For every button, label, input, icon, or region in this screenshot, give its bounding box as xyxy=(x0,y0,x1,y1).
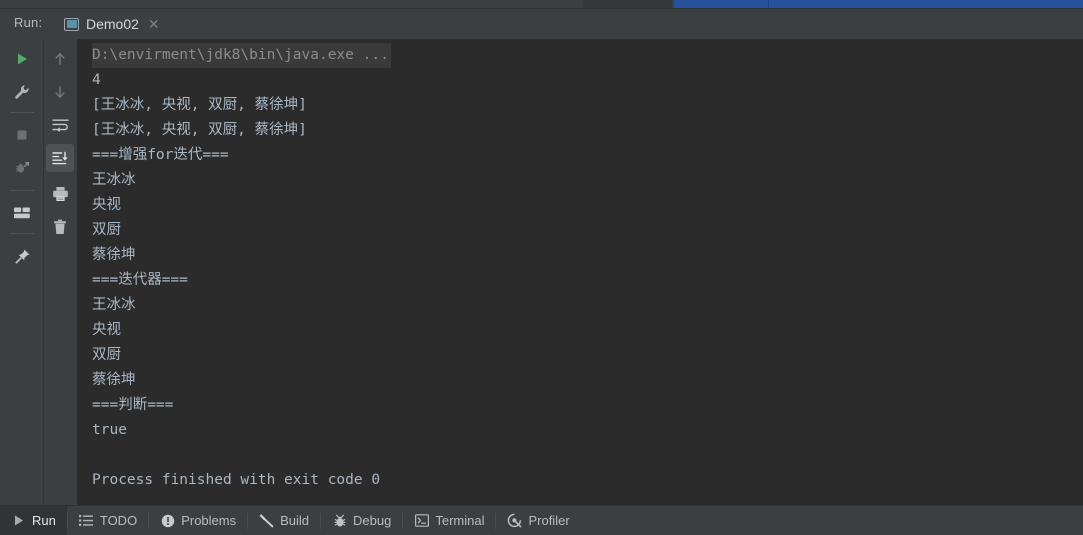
console-line: 蔡徐坤 xyxy=(92,247,136,263)
status-bar-label: TODO xyxy=(99,513,138,528)
console-line: Process finished with exit code 0 xyxy=(92,472,381,488)
toolbar-separator xyxy=(10,233,34,234)
down-the-stack-trace-button[interactable] xyxy=(46,78,74,106)
console-line: ===迭代器=== xyxy=(92,272,188,288)
status-bar-label: Terminal xyxy=(435,513,485,528)
print-button[interactable] xyxy=(46,180,74,208)
console-line: 央视 xyxy=(92,197,121,213)
console-line: 双厨 xyxy=(92,222,121,238)
arrow-down-icon xyxy=(52,84,68,100)
soft-wrap-button[interactable] xyxy=(46,111,74,139)
stop-button[interactable] xyxy=(8,121,36,149)
edit-configurations-button[interactable] xyxy=(8,78,36,106)
toolbar-separator xyxy=(10,190,34,191)
status-run[interactable]: Run xyxy=(0,506,67,535)
exclamation-circle-icon xyxy=(160,513,175,528)
soft-wrap-icon xyxy=(51,118,69,132)
console-line: ===增强for迭代=== xyxy=(92,147,229,163)
status-bar-label: Debug xyxy=(353,513,392,528)
pin-icon xyxy=(14,248,31,265)
console-line[interactable]: D:\envirment\jdk8\bin\java.exe ... xyxy=(92,43,391,68)
console-line: 4 xyxy=(92,72,101,88)
status-terminal[interactable]: Terminal xyxy=(403,506,495,535)
status-problems[interactable]: Problems xyxy=(149,506,247,535)
layout-icon xyxy=(13,206,31,220)
bug-icon xyxy=(332,513,347,528)
console-line: 蔡徐坤 xyxy=(92,372,136,388)
console-line: ===判断=== xyxy=(92,397,174,413)
trash-icon xyxy=(52,219,68,235)
play-icon xyxy=(15,52,29,66)
layout-settings-button[interactable] xyxy=(8,199,36,227)
run-header: Run: Demo02 ✕ xyxy=(0,9,1083,42)
status-profiler[interactable]: Profiler xyxy=(496,506,580,535)
wrench-icon xyxy=(14,84,30,100)
console-line: 央视 xyxy=(92,322,121,338)
play-icon xyxy=(11,513,26,528)
printer-icon xyxy=(52,186,69,202)
up-the-stack-trace-button[interactable] xyxy=(46,45,74,73)
console-output[interactable]: D:\envirment\jdk8\bin\java.exe ... 4 [王冰冰,… xyxy=(77,39,1083,506)
scroll-to-end-icon xyxy=(51,151,69,166)
status-bar-label: Build xyxy=(280,513,310,528)
profiler-icon xyxy=(507,513,522,528)
top-window-strip xyxy=(0,0,1083,9)
console-line: true xyxy=(92,422,127,438)
toolbar-separator xyxy=(10,112,34,113)
console-line: 王冰冰 xyxy=(92,297,136,313)
status-bar-label: Profiler xyxy=(528,513,570,528)
arrow-up-icon xyxy=(52,51,68,67)
status-debug[interactable]: Debug xyxy=(321,506,402,535)
hammer-icon xyxy=(259,513,274,528)
run-configuration-icon xyxy=(64,17,79,31)
run-tab-demo02[interactable]: Demo02 ✕ xyxy=(60,11,166,37)
status-bar-label: Problems xyxy=(181,513,237,528)
status-bar: Run TODO Problems Build Debug Terminal Profile… xyxy=(0,505,1083,535)
status-build[interactable]: Build xyxy=(248,506,320,535)
status-bar-label: Run xyxy=(32,513,56,528)
run-toolbar-primary xyxy=(0,39,43,506)
pin-tab-button[interactable] xyxy=(8,242,36,270)
run-tab-label: Demo02 xyxy=(86,16,139,32)
terminal-icon xyxy=(414,513,429,528)
console-line: 双厨 xyxy=(92,347,121,363)
run-label: Run: xyxy=(14,15,43,30)
clear-all-button[interactable] xyxy=(46,213,74,241)
close-icon[interactable]: ✕ xyxy=(148,17,160,31)
stop-square-icon xyxy=(15,128,29,142)
console-line: 王冰冰 xyxy=(92,172,136,188)
scroll-to-end-button[interactable] xyxy=(46,144,74,172)
rerun-button[interactable] xyxy=(8,45,36,73)
status-todo[interactable]: TODO xyxy=(68,506,148,535)
console-line-list: D:\envirment\jdk8\bin\java.exe ... 4 [王冰冰,… xyxy=(92,43,1083,493)
list-icon xyxy=(79,513,94,528)
bug-attach-icon xyxy=(14,160,30,176)
run-toolbar-secondary xyxy=(43,39,77,506)
attach-debugger-button[interactable] xyxy=(8,154,36,182)
console-line: [王冰冰, 央视, 双厨, 蔡徐坤] xyxy=(92,97,307,113)
console-line: [王冰冰, 央视, 双厨, 蔡徐坤] xyxy=(92,122,307,138)
run-tool-window: Run: Demo02 ✕ D:\envirment\jdk8\bin\java… xyxy=(0,0,1083,535)
